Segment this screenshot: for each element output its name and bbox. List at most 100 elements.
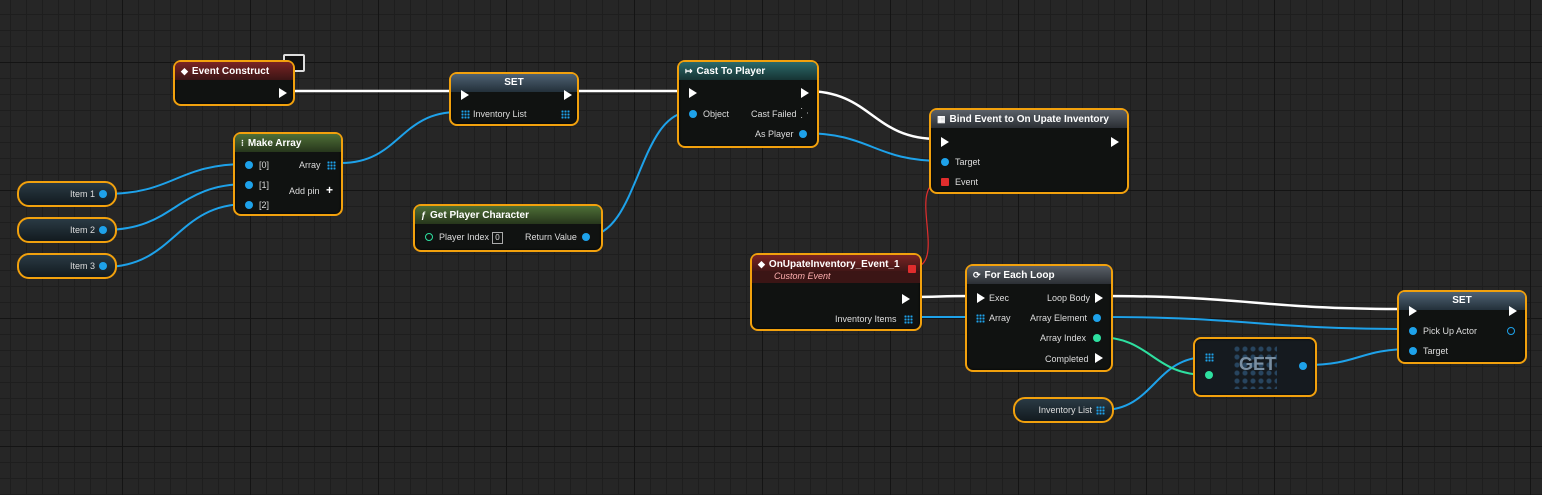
- get-array-node[interactable]: GET: [1193, 337, 1317, 397]
- data-wire: [103, 163, 248, 195]
- pin-label: [2]: [259, 200, 270, 210]
- node-header: SET: [451, 74, 577, 92]
- variable-out-pin[interactable]: [1096, 406, 1105, 415]
- cast-failed-pin[interactable]: [801, 108, 808, 118]
- node-header: ▦ Bind Event to On Upate Inventory: [931, 110, 1127, 128]
- target-pin[interactable]: [1409, 347, 1417, 355]
- pin-label: Exec: [989, 293, 1010, 303]
- event-construct-node[interactable]: ◆ Event Construct: [173, 60, 295, 106]
- pin-label: [0]: [259, 160, 270, 170]
- function-icon: ƒ: [421, 210, 427, 220]
- pin-label: Loop Body: [1047, 293, 1091, 303]
- custom-event-node[interactable]: ◆ OnUpateInventory_Event_1 Custom Event I…: [750, 253, 922, 331]
- cast-to-player-node[interactable]: ↦ Cast To Player Object Cast Failed As Pl…: [677, 60, 819, 148]
- array-in-pin[interactable]: [1205, 353, 1214, 362]
- array-icon: ⁝: [241, 138, 244, 148]
- array-out-pin[interactable]: [561, 110, 570, 119]
- delegate-out-pin[interactable]: [908, 265, 916, 273]
- exec-out-pin[interactable]: [564, 90, 572, 100]
- pin-label: Completed: [1045, 354, 1089, 364]
- pin-label: Inventory Items: [835, 314, 897, 324]
- plus-icon[interactable]: +: [326, 183, 333, 197]
- set-pickup-node[interactable]: SET Pick Up Actor Target: [1397, 290, 1527, 364]
- item-2-variable[interactable]: Item 2: [17, 217, 117, 243]
- pin-label: Player Index 0: [439, 232, 504, 244]
- completed-pin[interactable]: [1095, 353, 1103, 363]
- pin-label: Pick Up Actor: [1423, 326, 1478, 336]
- node-header: ◆ Event Construct: [175, 62, 293, 80]
- node-header: ↦ Cast To Player: [679, 62, 817, 80]
- pickup-actor-pin[interactable]: [1409, 327, 1417, 335]
- variable-out-pin[interactable]: [99, 190, 107, 198]
- cast-icon: ↦: [685, 66, 693, 76]
- node-header: ⟳ For Each Loop: [967, 266, 1111, 284]
- pin-label: Target: [1423, 346, 1449, 356]
- exec-wire: [805, 89, 939, 141]
- exec-out-pin[interactable]: [1111, 137, 1119, 147]
- exec-in-pin[interactable]: [461, 90, 469, 100]
- set-inventory-node[interactable]: SET Inventory List: [449, 72, 579, 126]
- data-wire: [1096, 316, 1413, 330]
- for-each-loop-node[interactable]: ⟳ For Each Loop Exec Array Loop Body Arra…: [965, 264, 1113, 372]
- return-value-pin[interactable]: [582, 233, 590, 241]
- array-out-pin[interactable]: [904, 315, 913, 324]
- pin-label: [1]: [259, 180, 270, 190]
- exec-out-pin[interactable]: [279, 88, 287, 98]
- item-3-variable[interactable]: Item 3: [17, 253, 117, 279]
- variable-label: Inventory List: [1038, 405, 1092, 415]
- pin-label: Array: [299, 160, 321, 170]
- exec-out-pin[interactable]: [902, 294, 910, 304]
- pin-label: As Player: [755, 129, 794, 139]
- item-1-variable[interactable]: Item 1: [17, 181, 117, 207]
- loop-body-pin[interactable]: [1095, 293, 1103, 303]
- pin-label: Return Value: [525, 232, 577, 242]
- array-element-1-pin[interactable]: [245, 181, 253, 189]
- variable-out-pin[interactable]: [99, 262, 107, 270]
- exec-in-pin[interactable]: [977, 293, 985, 303]
- data-wire: [1101, 356, 1208, 411]
- as-player-pin[interactable]: [799, 130, 807, 138]
- pin-label: Event: [955, 177, 979, 187]
- exec-wire: [1097, 294, 1409, 311]
- add-pin-label[interactable]: Add pin: [289, 186, 320, 196]
- pickup-actor-out-pin[interactable]: [1507, 327, 1515, 335]
- pin-label: Array: [989, 313, 1011, 323]
- exec-out-pin[interactable]: [1509, 306, 1517, 316]
- event-delegate-pin[interactable]: [941, 178, 949, 186]
- array-element-pin[interactable]: [1093, 314, 1101, 322]
- array-in-pin[interactable]: [976, 314, 985, 323]
- variable-out-pin[interactable]: [99, 226, 107, 234]
- exec-out-pin[interactable]: [801, 88, 809, 98]
- exec-in-pin[interactable]: [1409, 306, 1417, 316]
- pin-label: Cast Failed: [751, 109, 797, 119]
- data-wire: [103, 203, 248, 268]
- player-index-input[interactable]: 0: [492, 232, 504, 244]
- variable-label: Item 3: [69, 261, 95, 271]
- pin-label: Array Index: [1040, 333, 1087, 343]
- object-pin[interactable]: [689, 110, 697, 118]
- exec-in-pin[interactable]: [689, 88, 697, 98]
- player-index-pin[interactable]: [425, 233, 433, 241]
- make-array-node[interactable]: ⁝ Make Array [0] [1] [2] Array Add pin +: [233, 132, 343, 216]
- array-out-pin[interactable]: [327, 161, 336, 170]
- pin-label: Inventory List: [473, 109, 527, 119]
- array-in-pin[interactable]: [461, 110, 470, 119]
- array-element-0-pin[interactable]: [245, 161, 253, 169]
- node-header: ⁝ Make Array: [235, 134, 341, 152]
- exec-in-pin[interactable]: [941, 137, 949, 147]
- node-header: SET: [1399, 292, 1525, 310]
- element-out-pin[interactable]: [1299, 362, 1307, 370]
- bind-event-node[interactable]: ▦ Bind Event to On Upate Inventory Target…: [929, 108, 1129, 194]
- pin-label: Object: [703, 109, 730, 119]
- macro-icon: ⟳: [973, 270, 981, 280]
- array-index-pin[interactable]: [1093, 334, 1101, 342]
- index-in-pin[interactable]: [1205, 371, 1213, 379]
- diamond-event-icon: ◆: [758, 259, 765, 269]
- array-element-2-pin[interactable]: [245, 201, 253, 209]
- index-wire: [1096, 336, 1208, 376]
- target-pin[interactable]: [941, 158, 949, 166]
- inventory-list-variable[interactable]: Inventory List: [1013, 397, 1114, 423]
- data-wire: [340, 111, 459, 164]
- pin-label: Array Element: [1030, 313, 1088, 323]
- get-player-character-node[interactable]: ƒ Get Player Character Player Index 0 Retu…: [413, 204, 603, 252]
